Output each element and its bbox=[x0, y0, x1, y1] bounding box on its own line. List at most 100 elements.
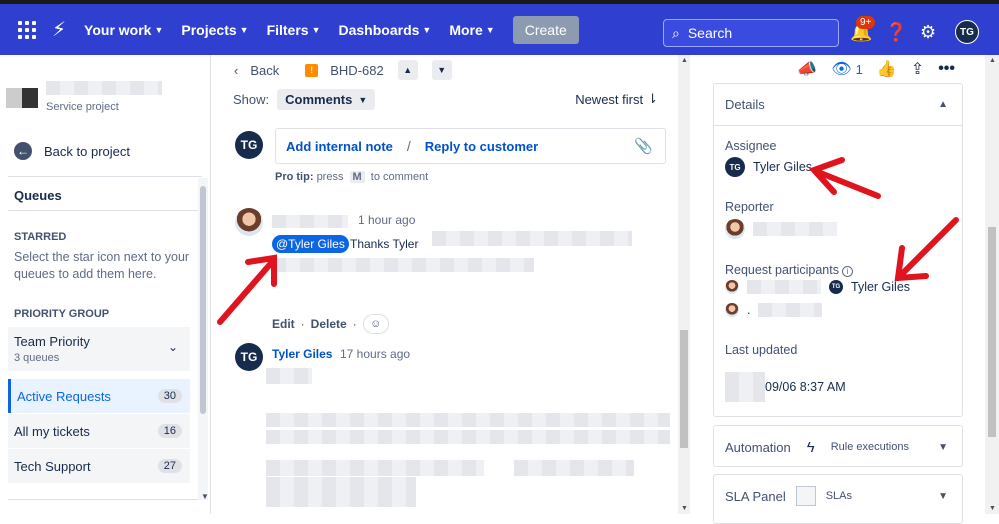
sidebar-scrollbar[interactable] bbox=[198, 178, 208, 500]
nav-label: Filters bbox=[266, 21, 309, 38]
sort-order-toggle[interactable]: Newest first ⇂ bbox=[575, 91, 658, 107]
starred-help-text: Select the star icon next to your queues… bbox=[14, 250, 190, 281]
next-issue-button[interactable]: ▼ bbox=[431, 60, 452, 80]
jira-logo-icon[interactable]: ⚡ bbox=[52, 17, 66, 42]
profile-avatar[interactable]: TG bbox=[955, 20, 979, 44]
back-label: Back bbox=[250, 62, 280, 78]
search-input[interactable]: ⌕ Search bbox=[663, 19, 839, 47]
commenter-name-redacted bbox=[272, 215, 348, 228]
details-panel-header[interactable]: Details ▲ bbox=[714, 84, 962, 126]
queue-label: All my tickets bbox=[14, 423, 90, 439]
back-link[interactable]: ‹ Back bbox=[234, 63, 279, 78]
composer-avatar: TG bbox=[235, 131, 263, 159]
sla-panel[interactable]: SLA Panel SLAs ▼ bbox=[713, 474, 963, 524]
previous-issue-button[interactable]: ▲ bbox=[397, 60, 418, 80]
sla-subtitle: SLAs bbox=[825, 490, 853, 502]
sort-label: Newest first bbox=[575, 91, 644, 107]
main-scrollbar[interactable]: ▲ ▼ bbox=[678, 55, 690, 514]
comment-actions: Edit · Delete · ☺ bbox=[272, 314, 389, 334]
add-reaction-icon[interactable]: ☺ bbox=[362, 314, 389, 334]
participant-name[interactable]: Tyler Giles bbox=[851, 280, 910, 294]
share-icon[interactable]: ⇪ bbox=[911, 59, 924, 79]
details-panel: Details ▲ Assignee TG Tyler Giles Report… bbox=[713, 83, 963, 417]
comment-text-redacted bbox=[266, 368, 312, 384]
help-icon[interactable]: ❓ bbox=[885, 22, 907, 43]
create-button[interactable]: Create bbox=[512, 15, 579, 44]
chevron-down-icon[interactable]: ⌄ bbox=[168, 340, 178, 354]
assignee-label: Assignee bbox=[725, 139, 777, 153]
automation-header[interactable]: Automation ϟ Rule executions ▼ bbox=[714, 426, 962, 468]
chevron-down-icon[interactable]: ▼ bbox=[938, 491, 948, 502]
sidebar: Service project ← Back to project Queues… bbox=[0, 55, 211, 514]
notifications-badge: 9+ bbox=[856, 16, 876, 29]
nav-projects[interactable]: Projects ▼ bbox=[181, 22, 248, 38]
settings-gear-icon[interactable]: ⚙ bbox=[920, 22, 936, 43]
assignee-value[interactable]: TG Tyler Giles bbox=[725, 157, 812, 177]
chevron-down-icon: ▼ bbox=[311, 24, 321, 35]
app-switcher-icon[interactable] bbox=[18, 20, 36, 39]
delete-comment-link[interactable]: Delete bbox=[311, 317, 347, 331]
separator: · bbox=[300, 317, 305, 331]
comment-text-redacted bbox=[432, 231, 632, 246]
queue-active-requests[interactable]: Active Requests 30 bbox=[8, 379, 190, 413]
attachment-icon[interactable]: 📎 bbox=[634, 137, 653, 155]
back-to-project-link[interactable]: ← Back to project bbox=[14, 142, 130, 160]
queue-all-my-tickets[interactable]: All my tickets 16 bbox=[8, 414, 190, 448]
comment-composer[interactable]: Add internal note / Reply to customer 📎 bbox=[275, 128, 666, 164]
activity-filter-select[interactable]: Comments ▼ bbox=[277, 89, 376, 110]
scroll-up-icon[interactable]: ▲ bbox=[989, 57, 996, 64]
scrollbar-thumb[interactable] bbox=[988, 227, 996, 437]
last-updated-redacted bbox=[725, 372, 765, 402]
add-internal-note-button[interactable]: Add internal note bbox=[286, 139, 393, 154]
participant-name-redacted[interactable] bbox=[758, 303, 823, 317]
issue-type-icon: ! bbox=[305, 63, 319, 77]
comment-author[interactable]: Tyler Giles bbox=[272, 347, 332, 361]
last-updated-time: 09/06 8:37 AM bbox=[765, 380, 846, 394]
feedback-megaphone-icon[interactable]: 📣 bbox=[797, 59, 817, 79]
activity-filter: Show: Comments ▼ bbox=[233, 89, 376, 110]
watch-button[interactable]: 👁 1 bbox=[831, 59, 863, 79]
issue-key-link[interactable]: BHD-682 bbox=[330, 63, 383, 78]
sla-label: SLA Panel bbox=[725, 488, 786, 504]
separator: / bbox=[406, 138, 411, 154]
nav-dashboards[interactable]: Dashboards ▼ bbox=[339, 22, 432, 38]
queue-group-team-priority[interactable]: Team Priority 3 queues ⌄ bbox=[8, 327, 190, 371]
sla-header[interactable]: SLA Panel SLAs ▼ bbox=[714, 475, 962, 517]
automation-title: Automation ϟ Rule executions bbox=[725, 439, 909, 456]
chevron-down-icon[interactable]: ▼ bbox=[938, 442, 948, 453]
comment-text-redacted bbox=[514, 460, 634, 476]
sla-app-icon bbox=[795, 486, 816, 506]
search-placeholder: Search bbox=[687, 25, 733, 41]
comment-text-redacted bbox=[272, 258, 534, 272]
queue-tech-support[interactable]: Tech Support 27 bbox=[8, 449, 190, 483]
thumbs-up-icon[interactable]: 👍 bbox=[877, 59, 897, 79]
nav-more[interactable]: More ▼ bbox=[449, 22, 494, 38]
right-scrollbar[interactable]: ▲ ▼ bbox=[985, 55, 999, 514]
more-actions-icon[interactable]: ••• bbox=[938, 60, 955, 78]
scroll-down-icon[interactable]: ▼ bbox=[989, 505, 996, 512]
nav-label: Projects bbox=[181, 21, 237, 38]
info-icon[interactable]: i bbox=[841, 266, 853, 277]
chevron-up-icon[interactable]: ▲ bbox=[938, 99, 948, 110]
nav-filters[interactable]: Filters ▼ bbox=[267, 22, 321, 38]
scroll-down-icon[interactable]: ▼ bbox=[681, 505, 688, 512]
scrollbar-thumb[interactable] bbox=[200, 186, 206, 414]
reply-to-customer-button[interactable]: Reply to customer bbox=[425, 139, 538, 154]
details-title: Details bbox=[725, 97, 765, 112]
reporter-value[interactable] bbox=[725, 219, 837, 239]
comment-text-redacted bbox=[266, 460, 484, 476]
project-type: Service project bbox=[46, 101, 119, 113]
divider bbox=[8, 176, 202, 177]
starred-heading: STARRED bbox=[14, 231, 67, 243]
group-subtitle: 3 queues bbox=[14, 352, 60, 364]
automation-panel[interactable]: Automation ϟ Rule executions ▼ bbox=[713, 425, 963, 467]
participant-name-redacted[interactable] bbox=[747, 280, 821, 294]
scrollbar-thumb[interactable] bbox=[680, 330, 688, 448]
edit-comment-link[interactable]: Edit bbox=[272, 317, 295, 331]
scroll-down-icon[interactable]: ▼ bbox=[201, 492, 209, 501]
user-mention[interactable]: @Tyler Giles bbox=[272, 235, 349, 253]
nav-your-work[interactable]: Your work ▼ bbox=[84, 22, 163, 38]
commenter-avatar: TG bbox=[235, 343, 263, 371]
chevron-down-icon: ▼ bbox=[239, 24, 249, 35]
scroll-up-icon[interactable]: ▲ bbox=[681, 57, 688, 64]
